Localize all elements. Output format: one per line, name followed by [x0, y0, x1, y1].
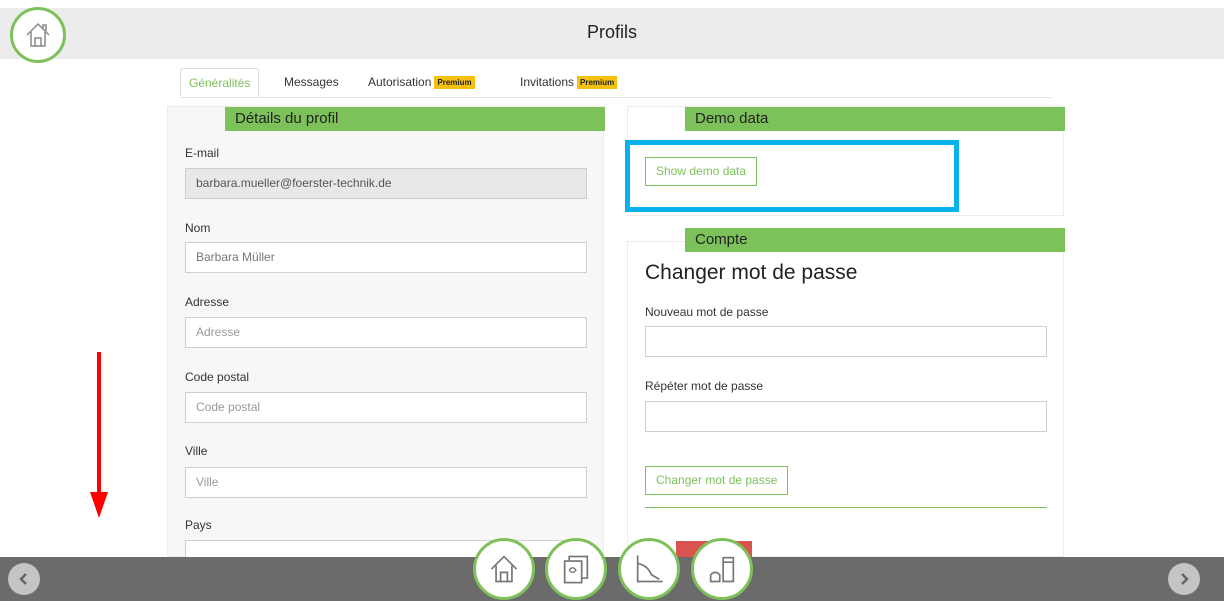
- scroll-down-arrow-icon: [90, 352, 108, 518]
- name-field[interactable]: Barbara Müller: [185, 242, 587, 273]
- dock-tools-button[interactable]: [691, 538, 753, 600]
- home-icon: [490, 555, 518, 583]
- top-bar: Profils: [0, 8, 1224, 59]
- next-button[interactable]: [1168, 563, 1200, 595]
- city-label: Ville: [185, 444, 208, 458]
- home-button[interactable]: [10, 7, 66, 63]
- city-field[interactable]: Ville: [185, 467, 587, 498]
- tab-autorisation[interactable]: Autorisation Premium: [368, 68, 475, 97]
- dock-chart-button[interactable]: [618, 538, 680, 600]
- chevron-left-icon: [19, 573, 27, 585]
- tab-label: Généralités: [189, 76, 251, 90]
- chevron-right-icon: [1181, 573, 1189, 585]
- new-password-label: Nouveau mot de passe: [645, 305, 769, 319]
- divider: [645, 507, 1047, 508]
- documents-icon: [563, 555, 589, 584]
- page-title: Profils: [586, 22, 637, 42]
- country-label: Pays: [185, 518, 212, 532]
- tab-label: Messages: [284, 75, 339, 89]
- demo-panel-title: Demo data: [685, 107, 1065, 131]
- new-password-field[interactable]: [645, 326, 1047, 357]
- address-field[interactable]: Adresse: [185, 317, 587, 348]
- email-label: E-mail: [185, 146, 220, 160]
- change-password-heading: Changer mot de passe: [645, 261, 858, 284]
- account-panel: [627, 241, 1064, 557]
- tab-messages[interactable]: Messages: [284, 68, 339, 97]
- dock-home-button[interactable]: [473, 538, 535, 600]
- chart-icon: [636, 555, 663, 583]
- name-label: Nom: [185, 221, 211, 235]
- repeat-password-field[interactable]: [645, 401, 1047, 432]
- show-demo-data-button[interactable]: Show demo data: [645, 157, 758, 186]
- change-password-button[interactable]: Changer mot de passe: [645, 466, 789, 495]
- tab-bar: Généralités Messages Autorisation Premium…: [180, 68, 1052, 98]
- repeat-password-label: Répéter mot de passe: [645, 379, 764, 393]
- bottom-bar: [0, 557, 1224, 601]
- premium-badge: Premium: [434, 76, 475, 90]
- dock-documents-button[interactable]: [545, 538, 607, 600]
- account-panel-title: Compte: [685, 228, 1065, 252]
- address-label: Adresse: [185, 295, 230, 309]
- home-icon: [26, 22, 50, 47]
- tools-icon: [709, 556, 735, 583]
- tab-label: Autorisation: [368, 75, 432, 89]
- tab-invitations[interactable]: Invitations Premium: [520, 68, 618, 97]
- premium-badge: Premium: [577, 76, 618, 90]
- email-field[interactable]: barbara.mueller@foerster-technik.de: [185, 168, 587, 199]
- zip-field[interactable]: Code postal: [185, 392, 587, 423]
- zip-label: Code postal: [185, 370, 250, 384]
- prev-button[interactable]: [8, 563, 40, 595]
- tab-generalites[interactable]: Généralités: [180, 68, 260, 97]
- profile-panel-title: Détails du profil: [225, 107, 605, 131]
- tab-label: Invitations: [520, 75, 575, 89]
